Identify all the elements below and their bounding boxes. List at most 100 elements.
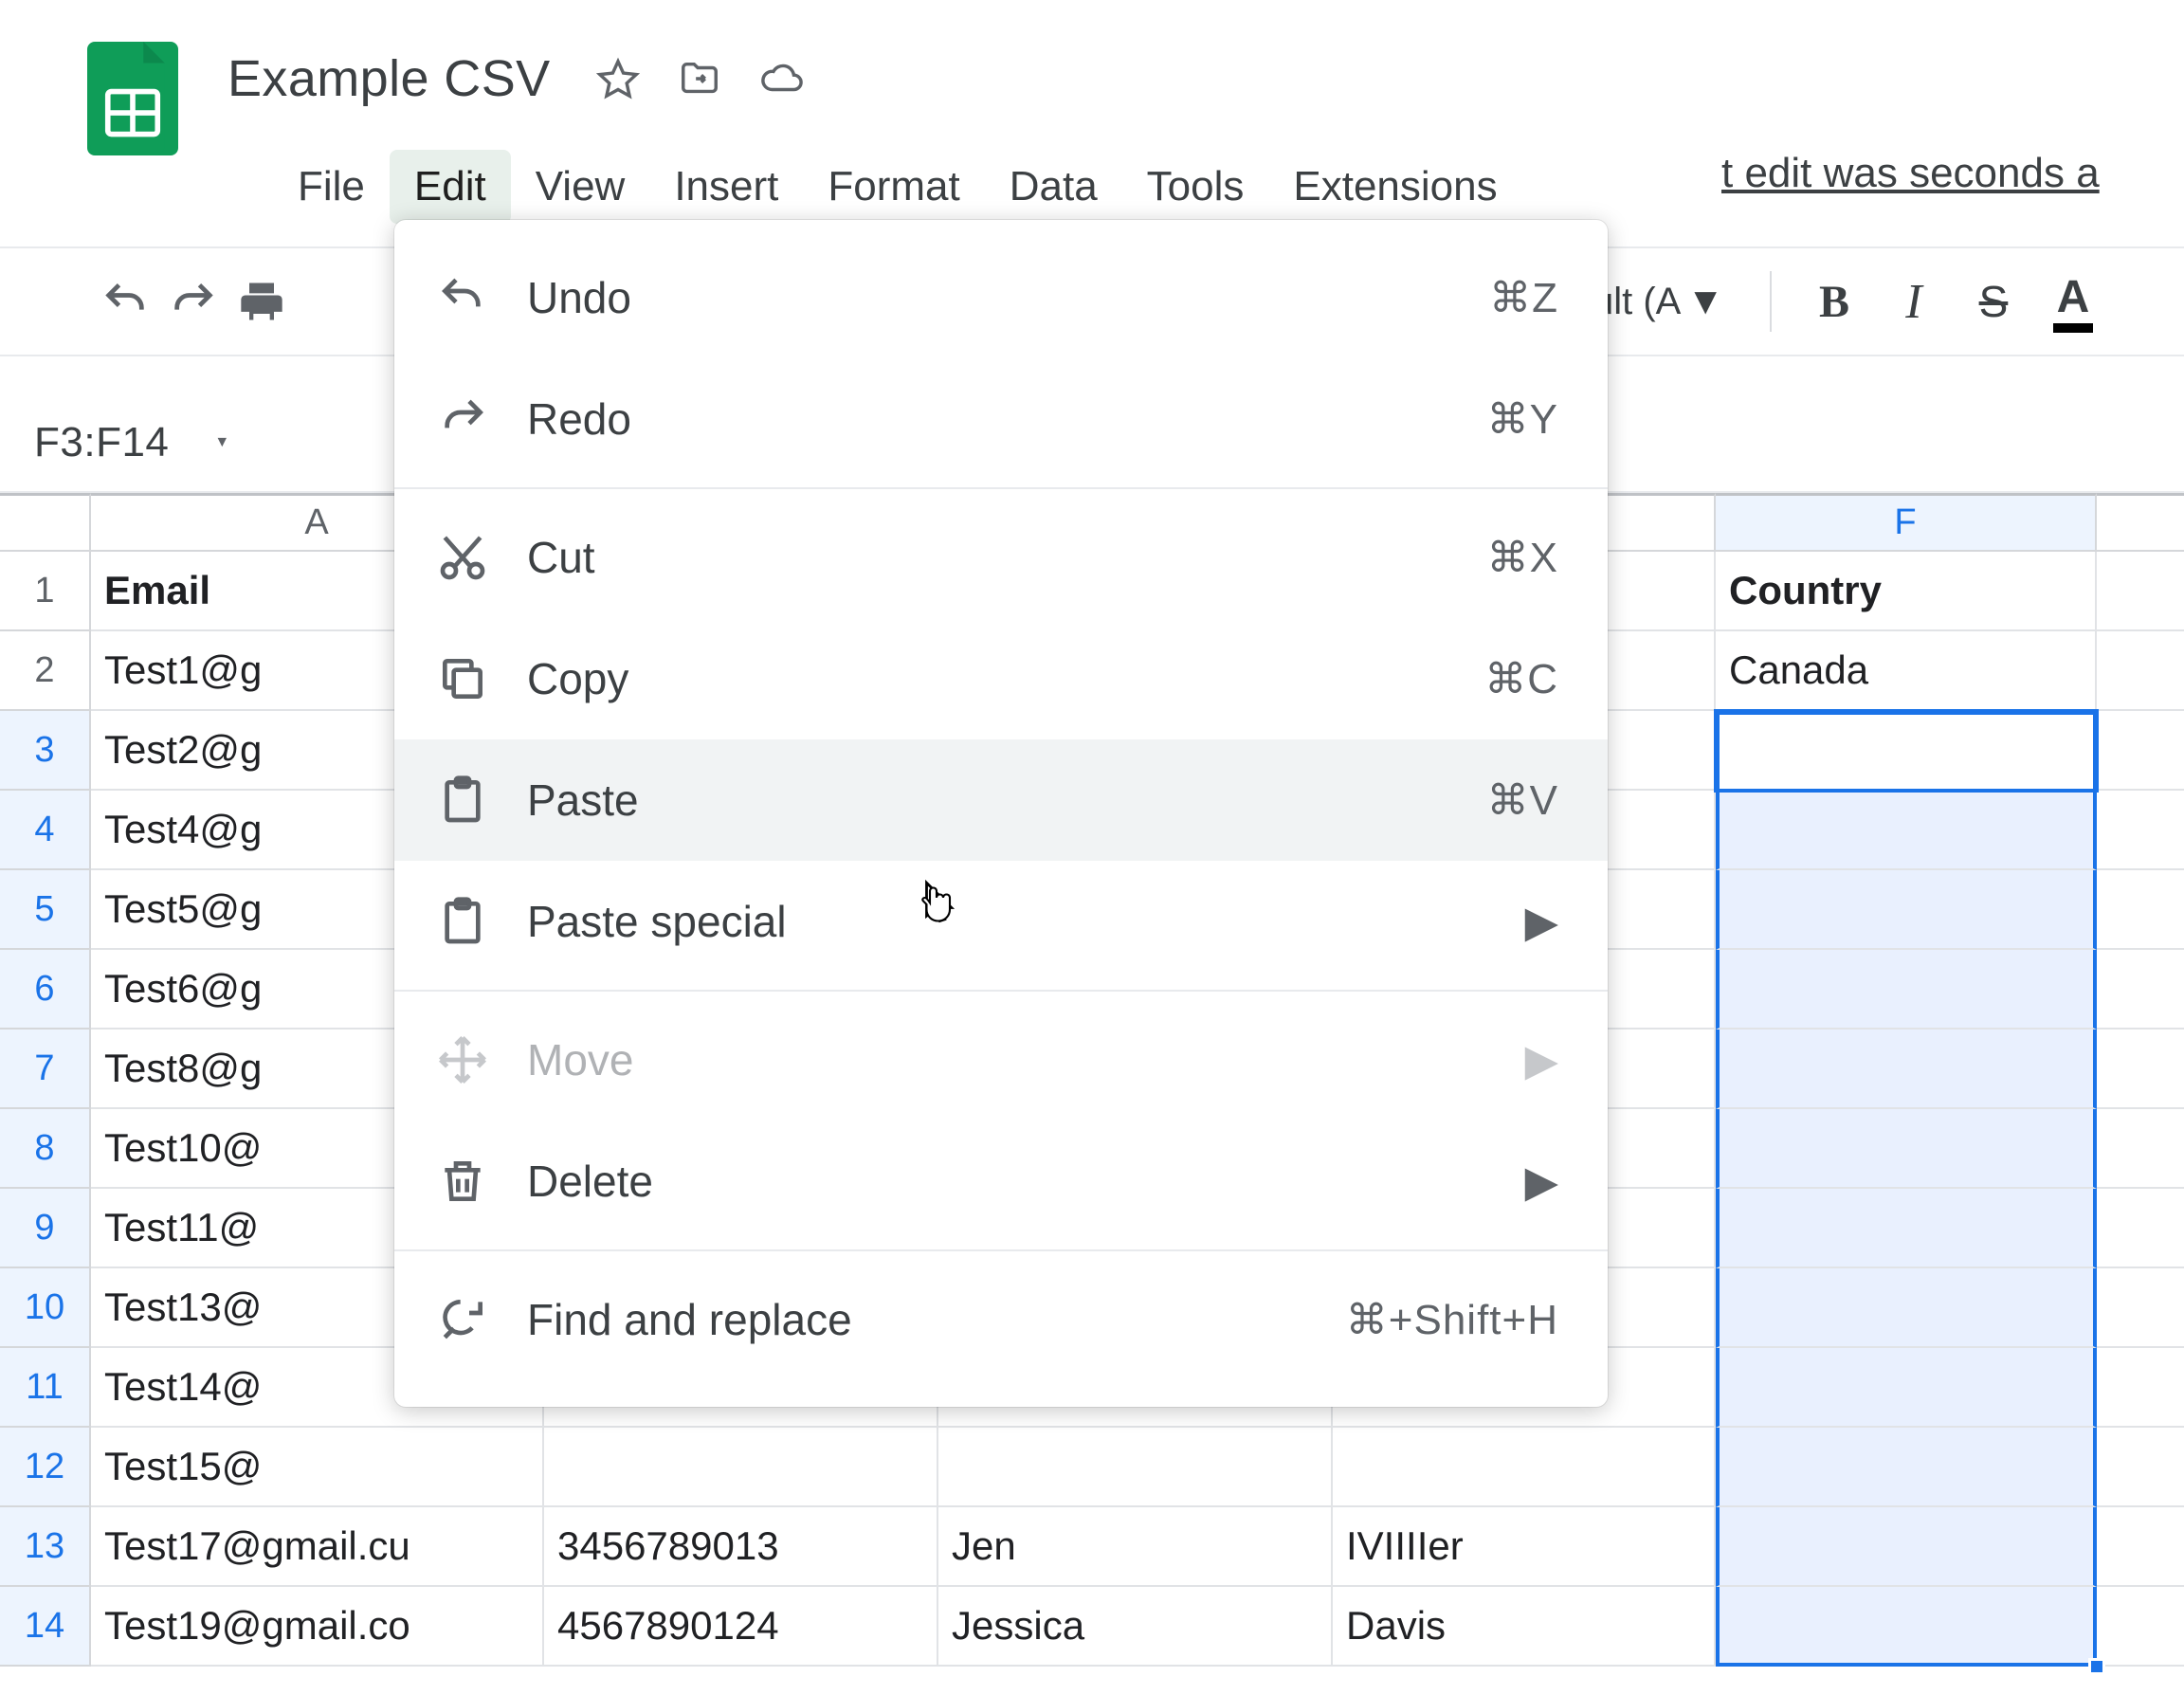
cell-F9[interactable]	[1716, 1189, 2097, 1268]
document-title[interactable]: Example CSV	[220, 44, 558, 114]
cell-A14[interactable]: Test19@gmail.co	[91, 1587, 544, 1667]
paste-icon	[436, 895, 489, 948]
row-header-13[interactable]: 13	[0, 1507, 91, 1587]
menu-item-label: Undo	[527, 272, 1489, 323]
cell-G7[interactable]	[2097, 1030, 2184, 1109]
cell-G6[interactable]	[2097, 950, 2184, 1030]
row-header-12[interactable]: 12	[0, 1428, 91, 1507]
cell-G8[interactable]	[2097, 1109, 2184, 1189]
row-header-8[interactable]: 8	[0, 1109, 91, 1189]
cell-F1[interactable]: Country	[1716, 552, 2097, 631]
menu-edit[interactable]: Edit	[390, 150, 511, 224]
menu-view[interactable]: View	[511, 150, 650, 224]
redo-button[interactable]	[159, 267, 228, 336]
menu-item-paste-special[interactable]: Paste special▶	[394, 861, 1608, 982]
row-header-14[interactable]: 14	[0, 1587, 91, 1667]
menu-item-shortcut: ⌘V	[1487, 776, 1558, 825]
cell-G10[interactable]	[2097, 1268, 2184, 1348]
menu-data[interactable]: Data	[985, 150, 1122, 224]
cell-G3[interactable]	[2097, 711, 2184, 791]
cell-F11[interactable]	[1716, 1348, 2097, 1428]
cell-G13[interactable]	[2097, 1507, 2184, 1587]
menu-item-copy[interactable]: Copy⌘C	[394, 618, 1608, 739]
fill-handle[interactable]	[2088, 1658, 2105, 1675]
font-family-select[interactable]: ult (A ▼	[1592, 281, 1741, 323]
menu-item-undo[interactable]: Undo⌘Z	[394, 237, 1608, 358]
row-header-5[interactable]: 5	[0, 870, 91, 950]
cell-F13[interactable]	[1716, 1507, 2097, 1587]
cell-B14[interactable]: 4567890124	[544, 1587, 938, 1667]
menu-item-shortcut: ⌘C	[1484, 655, 1558, 703]
row-header-11[interactable]: 11	[0, 1348, 91, 1428]
text-color-button[interactable]: A	[2039, 267, 2107, 336]
row-header-10[interactable]: 10	[0, 1268, 91, 1348]
cell-G1[interactable]	[2097, 552, 2184, 631]
row-header-4[interactable]: 4	[0, 791, 91, 870]
menu-bar: FileEditViewInsertFormatDataToolsExtensi…	[273, 150, 1522, 224]
cell-A13[interactable]: Test17@gmail.cu	[91, 1507, 544, 1587]
cell-F5[interactable]	[1716, 870, 2097, 950]
cell-F2[interactable]: Canada	[1716, 631, 2097, 711]
cloud-status-icon[interactable]	[759, 57, 803, 100]
menu-file[interactable]: File	[273, 150, 390, 224]
cell-G11[interactable]	[2097, 1348, 2184, 1428]
cell-F6[interactable]	[1716, 950, 2097, 1030]
cell-C13[interactable]: Jen	[938, 1507, 1333, 1587]
cell-B13[interactable]: 3456789013	[544, 1507, 938, 1587]
menu-item-delete[interactable]: Delete▶	[394, 1121, 1608, 1242]
cell-D12[interactable]	[1333, 1428, 1716, 1507]
italic-button[interactable]: I	[1880, 267, 1948, 336]
cell-G5[interactable]	[2097, 870, 2184, 950]
row-header-3[interactable]: 3	[0, 711, 91, 791]
sheets-app-icon[interactable]	[87, 42, 178, 155]
cell-D14[interactable]: Davis	[1333, 1587, 1716, 1667]
menu-item-redo[interactable]: Redo⌘Y	[394, 358, 1608, 480]
row-header-2[interactable]: 2	[0, 631, 91, 711]
menu-extensions[interactable]: Extensions	[1268, 150, 1521, 224]
cell-G12[interactable]	[2097, 1428, 2184, 1507]
cell-A12[interactable]: Test15@	[91, 1428, 544, 1507]
submenu-arrow-icon: ▶	[1525, 1156, 1558, 1207]
cell-C12[interactable]	[938, 1428, 1333, 1507]
row-header-9[interactable]: 9	[0, 1189, 91, 1268]
menu-item-paste[interactable]: Paste⌘V	[394, 739, 1608, 861]
cell-F8[interactable]	[1716, 1109, 2097, 1189]
cell-G14[interactable]	[2097, 1587, 2184, 1667]
row-header-7[interactable]: 7	[0, 1030, 91, 1109]
menu-tools[interactable]: Tools	[1122, 150, 1269, 224]
menu-insert[interactable]: Insert	[649, 150, 803, 224]
menu-item-find-and-replace[interactable]: Find and replace⌘+Shift+H	[394, 1259, 1608, 1380]
cell-G2[interactable]	[2097, 631, 2184, 711]
print-button[interactable]	[228, 267, 296, 336]
column-header-F[interactable]: F	[1716, 493, 2097, 552]
menu-item-cut[interactable]: Cut⌘X	[394, 497, 1608, 618]
column-header-G[interactable]	[2097, 493, 2184, 552]
cell-F4[interactable]	[1716, 791, 2097, 870]
strikethrough-button[interactable]: S	[1959, 267, 2028, 336]
title-bar: Example CSV	[0, 0, 2184, 142]
star-icon[interactable]	[596, 57, 640, 100]
cell-F10[interactable]	[1716, 1268, 2097, 1348]
cell-F7[interactable]	[1716, 1030, 2097, 1109]
bold-button[interactable]: B	[1800, 267, 1868, 336]
cell-F14[interactable]	[1716, 1587, 2097, 1667]
name-box[interactable]: F3:F14	[0, 419, 169, 466]
row-header-1[interactable]: 1	[0, 552, 91, 631]
select-all-corner[interactable]	[0, 493, 91, 552]
cell-G9[interactable]	[2097, 1189, 2184, 1268]
cell-D13[interactable]: IVIIIIer	[1333, 1507, 1716, 1587]
last-edit-status[interactable]: t edit was seconds a	[1721, 150, 2100, 197]
cell-B12[interactable]	[544, 1428, 938, 1507]
undo-button[interactable]	[91, 267, 159, 336]
cell-G4[interactable]	[2097, 791, 2184, 870]
chevron-down-icon[interactable]: ▼	[214, 434, 229, 451]
menu-format[interactable]: Format	[803, 150, 984, 224]
menu-item-shortcut: ⌘+Shift+H	[1346, 1296, 1558, 1344]
cell-F3[interactable]	[1716, 711, 2097, 791]
move-to-folder-icon[interactable]	[678, 57, 721, 100]
row-header-6[interactable]: 6	[0, 950, 91, 1030]
menu-item-label: Find and replace	[527, 1294, 1346, 1345]
cell-C14[interactable]: Jessica	[938, 1587, 1333, 1667]
cell-F12[interactable]	[1716, 1428, 2097, 1507]
edit-menu-popup: Undo⌘ZRedo⌘Y Cut⌘XCopy⌘CPaste⌘VPaste spec…	[394, 220, 1608, 1407]
